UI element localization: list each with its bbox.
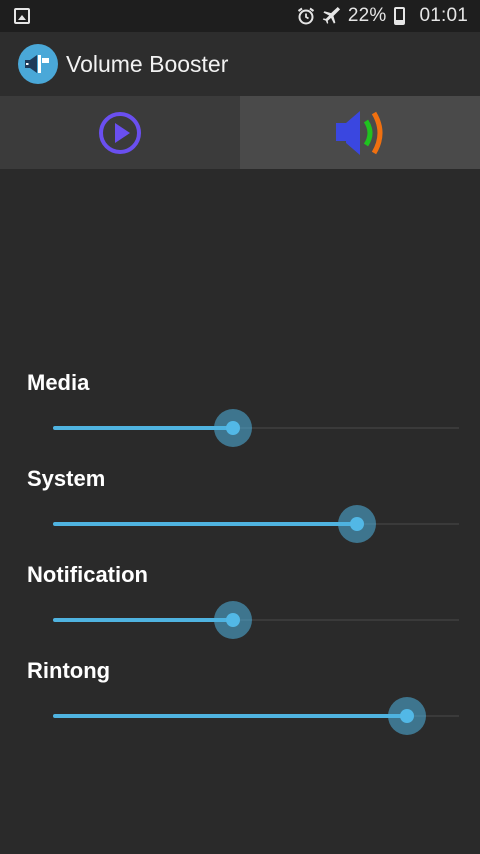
app-bar: Volume Booster (0, 32, 480, 96)
airplane-icon (322, 6, 340, 24)
app-title: Volume Booster (66, 50, 229, 77)
volume-booster-logo-icon (18, 44, 58, 84)
slider-label-media: Media (27, 370, 90, 395)
tab-volume[interactable] (240, 96, 480, 169)
slider-thumb-rintong[interactable] (387, 697, 426, 735)
slider-thumb-notification[interactable] (213, 601, 252, 639)
slider-fill-notification (53, 618, 231, 622)
tab-player[interactable] (0, 96, 240, 169)
alarm-icon (297, 7, 314, 25)
image-notification-icon (14, 8, 30, 24)
slider-thumb-dot (350, 517, 365, 531)
slider-fill-rintong (53, 714, 405, 718)
slider-thumb-dot (399, 709, 414, 723)
tab-bar (0, 96, 480, 169)
play-circle-icon (99, 111, 141, 154)
battery-icon (394, 7, 406, 25)
battery-percent: 22% (347, 5, 387, 26)
slider-media[interactable] (53, 426, 459, 430)
slider-label-system: System (27, 466, 106, 491)
speaker-icon (336, 110, 383, 155)
slider-system[interactable] (53, 522, 459, 526)
slider-label-notification: Notification (27, 562, 148, 587)
slider-label-rintong: Rintong (27, 658, 111, 683)
slider-thumb-dot (225, 613, 240, 627)
slider-notification[interactable] (53, 618, 459, 622)
slider-thumb-dot (225, 421, 240, 435)
slider-thumb-system[interactable] (338, 505, 377, 543)
slider-thumb-media[interactable] (213, 409, 252, 447)
clock: 01:01 (419, 5, 468, 26)
slider-fill-media (53, 426, 231, 430)
slider-fill-system (53, 522, 356, 526)
status-bar: 22% 01:01 (0, 0, 480, 32)
